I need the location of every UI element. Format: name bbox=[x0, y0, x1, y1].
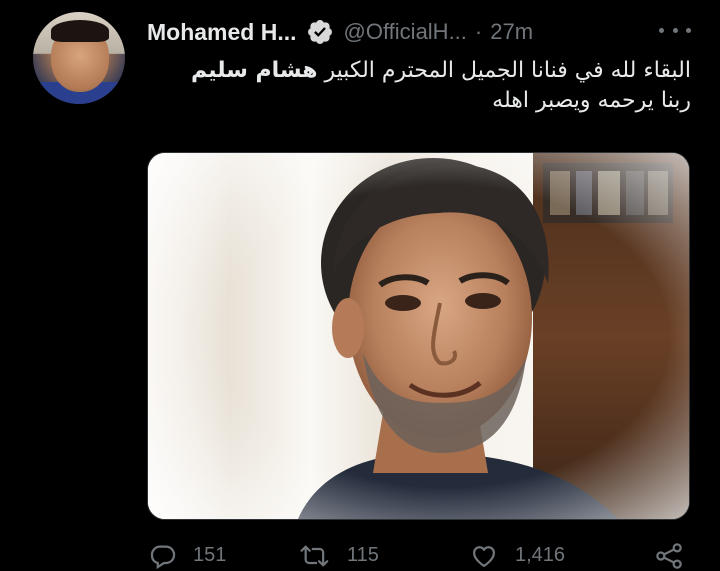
header-separator: · bbox=[474, 19, 483, 44]
reply-button[interactable]: 151 bbox=[149, 540, 226, 571]
tweet-header: Mohamed H... @OfficialH... · 27m bbox=[147, 14, 533, 50]
like-button[interactable]: 1,416 bbox=[469, 540, 565, 571]
more-dot bbox=[686, 27, 691, 33]
avatar-hair bbox=[51, 20, 109, 42]
author-handle[interactable]: @OfficialH... bbox=[344, 19, 467, 45]
tweet-card[interactable]: Mohamed H... @OfficialH... · 27m البقاء … bbox=[0, 0, 720, 571]
more-dot bbox=[672, 27, 678, 33]
author-display-name[interactable]: Mohamed H... bbox=[147, 19, 297, 46]
share-icon bbox=[652, 542, 686, 570]
tweet-text-line-2: ربنا يرحمه ويصبر اهله bbox=[492, 88, 691, 113]
retweet-count: 115 bbox=[347, 544, 379, 566]
more-dot bbox=[659, 27, 664, 33]
tweet-text-line-1: البقاء لله في فنانا الجميل المحترم الكبي… bbox=[147, 56, 691, 86]
heart-icon bbox=[469, 542, 499, 570]
author-avatar[interactable] bbox=[33, 12, 125, 104]
verified-badge-icon bbox=[306, 18, 334, 46]
retweet-icon bbox=[299, 542, 331, 570]
tweet-text: البقاء لله في فنانا الجميل المحترم الكبي… bbox=[147, 56, 691, 116]
reply-count: 151 bbox=[193, 544, 227, 566]
more-options-icon[interactable] bbox=[659, 20, 691, 40]
reply-icon bbox=[149, 542, 177, 570]
tweet-photo[interactable] bbox=[147, 152, 690, 520]
retweet-button[interactable]: 115 bbox=[299, 540, 379, 571]
tweet-actions: 151 115 1,416 bbox=[147, 540, 691, 571]
photo-portrait bbox=[148, 153, 689, 519]
tweet-text-line-1-prefix: البقاء لله في فنانا الجميل المحترم الكبي… bbox=[324, 58, 691, 83]
tweet-text-mention-bold: هشام سليم bbox=[190, 58, 318, 83]
like-count: 1,416 bbox=[515, 544, 566, 566]
tweet-timestamp[interactable]: 27m bbox=[490, 19, 533, 45]
share-button[interactable] bbox=[652, 540, 686, 571]
